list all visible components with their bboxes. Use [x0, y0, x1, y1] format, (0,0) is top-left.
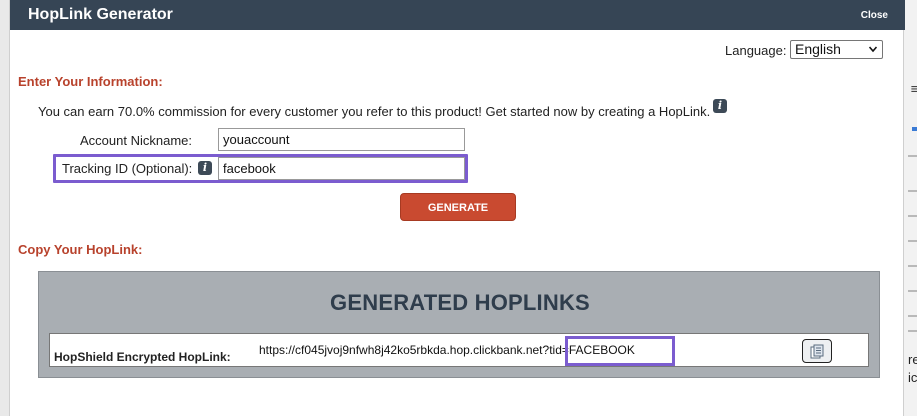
- enter-information-heading: Enter Your Information:: [18, 74, 163, 89]
- chevron-down-icon: [869, 46, 877, 53]
- dialog-titlebar: HopLink Generator Close: [10, 0, 905, 30]
- copy-hoplink-heading: Copy Your HopLink:: [18, 242, 143, 257]
- hopshield-label: HopShield Encrypted HopLink:: [54, 350, 231, 364]
- hoplink-url-base: https://cf045jvoj9nfwh8j42ko5rbkda.hop.c…: [259, 343, 543, 357]
- language-select[interactable]: English: [790, 40, 883, 59]
- account-nickname-input[interactable]: youaccount: [218, 128, 465, 151]
- language-label: Language:: [725, 43, 787, 58]
- background-line: [908, 190, 917, 192]
- background-line: [908, 215, 917, 217]
- tracking-id-label: Tracking ID (Optional):: [62, 161, 193, 176]
- background-text: re: [908, 352, 917, 367]
- generated-hoplinks-title: GENERATED HOPLINKS: [330, 290, 590, 315]
- tid-highlight: [565, 336, 675, 366]
- copy-icon: [810, 344, 824, 359]
- background-marker: [912, 127, 917, 131]
- menu-icon: ≡: [910, 82, 917, 97]
- background-text: ic: [908, 370, 917, 385]
- hoplink-generator-dialog: HopLink Generator Close Language: Englis…: [9, 0, 905, 416]
- tracking-info-icon[interactable]: i: [198, 161, 212, 175]
- background-line: [908, 240, 917, 242]
- background-line: [908, 155, 917, 157]
- generated-hoplinks-panel: GENERATED HOPLINKS HopShield Encrypted H…: [38, 271, 880, 378]
- copy-button[interactable]: [802, 339, 832, 363]
- tracking-id-input[interactable]: facebook: [218, 157, 465, 180]
- account-nickname-label: Account Nickname:: [80, 133, 192, 148]
- generate-hoplinks-button[interactable]: GENERATE HOPLINKS: [400, 193, 516, 242]
- language-selected-value: English: [795, 41, 841, 57]
- background-line: [908, 330, 917, 332]
- commission-text: You can earn 70.0% commission for every …: [38, 104, 711, 119]
- background-page-left: [0, 0, 9, 416]
- hoplink-row: HopShield Encrypted HopLink: https://cf0…: [49, 333, 869, 367]
- dialog-title: HopLink Generator: [28, 6, 173, 23]
- background-line: [908, 290, 917, 292]
- info-icon[interactable]: i: [713, 99, 727, 113]
- close-button[interactable]: Close: [861, 10, 888, 21]
- commission-intro: You can earn 70.0% commission for every …: [38, 99, 727, 119]
- background-line: [908, 265, 917, 267]
- background-line: [908, 315, 917, 317]
